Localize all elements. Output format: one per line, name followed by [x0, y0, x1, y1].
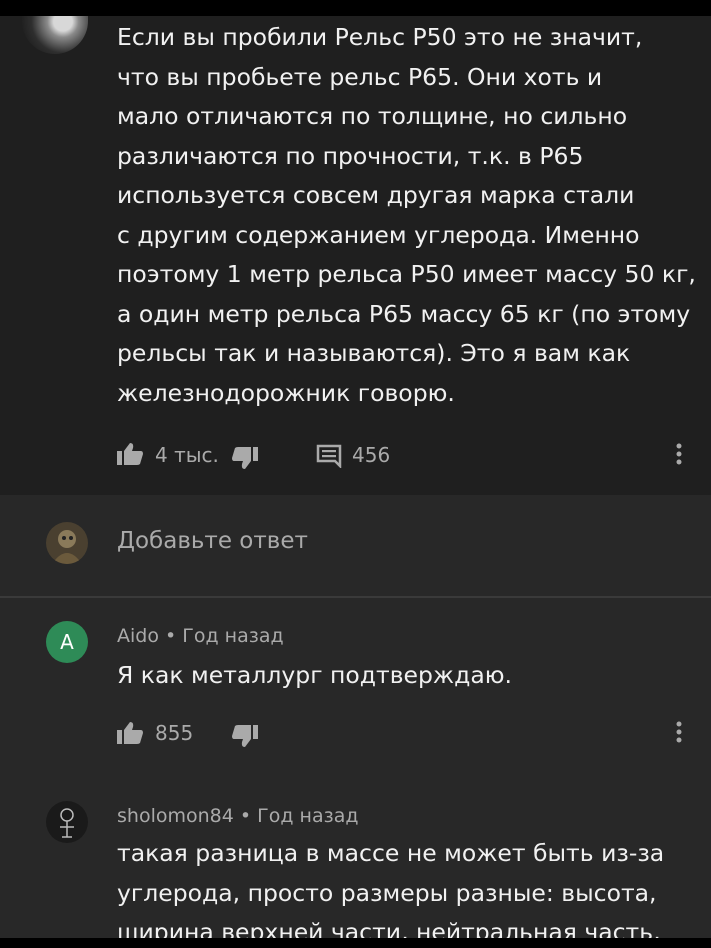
add-reply-input[interactable]: Добавьте ответ	[117, 528, 308, 554]
comment-icon[interactable]	[316, 444, 342, 468]
reply-text: Я как металлург подтверждаю.	[117, 661, 512, 689]
status-bar	[0, 0, 711, 16]
reply-time: Год назад	[257, 805, 359, 827]
reply-text: такая разница в массе не может быть из-з…	[117, 839, 665, 938]
reply-meta: sholomon84 • Год назад	[117, 805, 358, 827]
navigation-bar	[0, 938, 711, 948]
reply-time: Год назад	[182, 625, 284, 647]
meta-separator: •	[239, 805, 252, 827]
avatar[interactable]: A	[46, 621, 88, 663]
divider	[0, 596, 711, 598]
like-count: 4 тыс.	[155, 443, 219, 467]
thumb-down-icon[interactable]	[231, 446, 259, 470]
more-vert-icon[interactable]	[676, 442, 682, 466]
thumb-up-icon[interactable]	[116, 442, 144, 466]
thumb-down-icon[interactable]	[231, 724, 259, 748]
reply-author[interactable]: Aido	[117, 625, 159, 647]
thumb-up-icon[interactable]	[116, 721, 144, 745]
comment-text: Если вы пробили Рельс Р50 это не значит,…	[117, 23, 696, 407]
reply-count: 456	[352, 443, 391, 467]
reply-meta: Aido • Год назад	[117, 625, 284, 647]
reply-author[interactable]: sholomon84	[117, 805, 234, 827]
like-count: 855	[155, 721, 194, 745]
more-vert-icon[interactable]	[676, 720, 682, 744]
meta-separator: •	[165, 625, 177, 647]
avatar	[46, 522, 88, 564]
avatar[interactable]	[46, 801, 88, 843]
